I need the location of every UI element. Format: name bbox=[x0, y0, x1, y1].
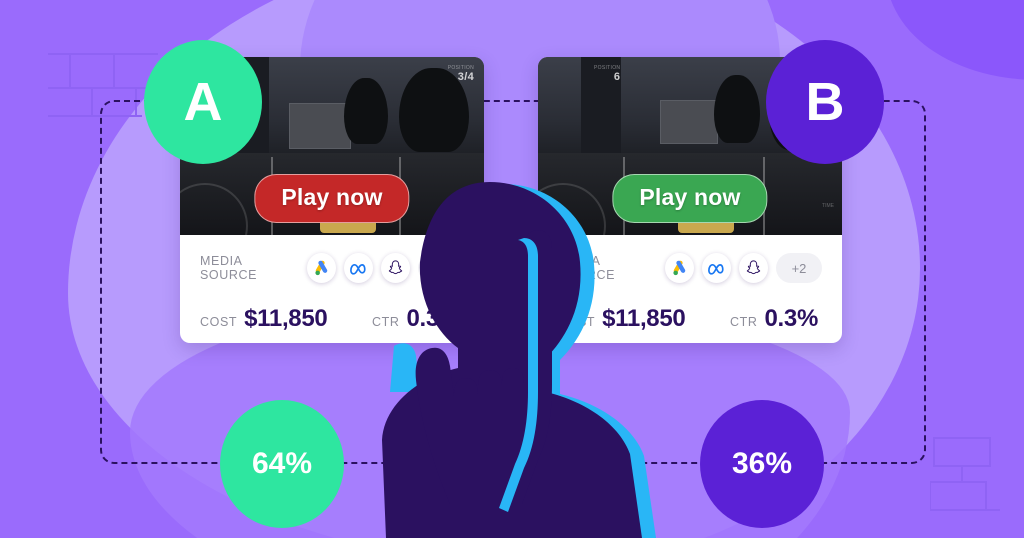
hud-position-label: POSITION bbox=[447, 65, 474, 71]
media-source-label: MEDIA SOURCE bbox=[200, 254, 258, 282]
hud-position-label: POSITION bbox=[594, 65, 621, 71]
thumbnail-building bbox=[659, 99, 718, 144]
background-corner-wedge bbox=[886, 0, 1024, 102]
hud-position-value: 3/4 bbox=[457, 71, 474, 84]
hud-time-label: TIME bbox=[822, 203, 834, 209]
stat-label: COST bbox=[200, 315, 238, 329]
share-bubble-a: 64% bbox=[220, 400, 344, 528]
thumbnail-tree bbox=[344, 78, 389, 145]
variant-badge-b: B bbox=[766, 40, 884, 164]
hud-position-value: 6 bbox=[613, 71, 621, 84]
more-sources-pill-b[interactable]: +2 bbox=[776, 253, 823, 283]
thumbnail-building bbox=[289, 103, 352, 150]
snapchat-icon[interactable] bbox=[739, 253, 769, 283]
illustration-canvas: POSITION 3/4 TIME Play now MEDIA SOURCE bbox=[0, 0, 1024, 538]
stat-ctr-b: CTR 0.3% bbox=[730, 305, 822, 333]
person-silhouette bbox=[300, 178, 720, 538]
variant-badge-a: A bbox=[144, 40, 262, 164]
hud-position-badge: POSITION 6 bbox=[594, 65, 620, 85]
stat-value: 0.3% bbox=[764, 305, 818, 332]
brick-ornament-bottom-right bbox=[930, 432, 1020, 522]
share-bubble-b: 36% bbox=[700, 400, 824, 528]
hud-position-badge: POSITION 3/4 bbox=[448, 65, 474, 85]
stat-label: CTR bbox=[729, 315, 758, 329]
thumbnail-tree bbox=[714, 74, 761, 143]
